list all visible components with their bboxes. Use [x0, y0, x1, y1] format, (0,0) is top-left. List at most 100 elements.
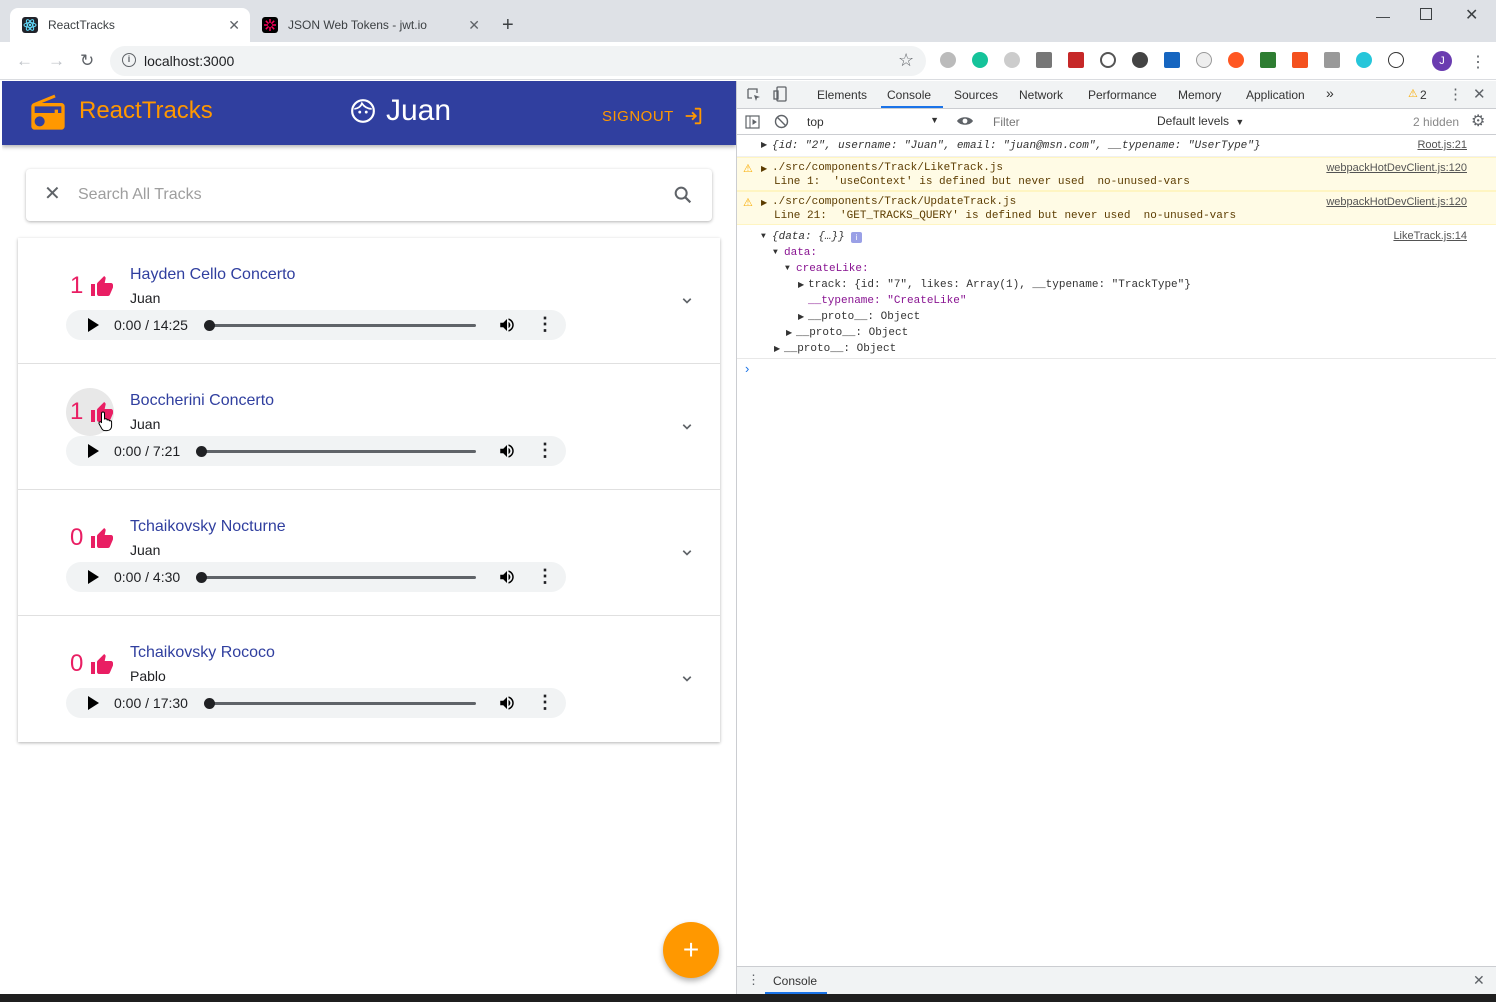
clear-console-icon[interactable] [774, 114, 789, 129]
reload-icon[interactable]: ↻ [80, 51, 94, 71]
console-source-link[interactable]: LikeTrack.js:14 [1393, 230, 1467, 242]
volume-icon[interactable] [498, 568, 516, 589]
devtools-menu-icon[interactable]: ⋮ [1448, 85, 1463, 103]
more-tabs-icon[interactable]: » [1326, 85, 1334, 101]
console-prompt-icon[interactable]: › [745, 361, 749, 376]
expand-arrow-icon[interactable]: ▶ [798, 312, 804, 322]
collapse-arrow-icon[interactable]: ▼ [761, 232, 766, 241]
devtools-tab-elements[interactable]: Elements [817, 88, 867, 102]
new-tab-icon[interactable]: + [502, 14, 514, 37]
console-source-link[interactable]: webpackHotDevClient.js:120 [1326, 162, 1467, 174]
like-thumb-icon[interactable] [90, 653, 114, 677]
audio-player[interactable]: 0:00 / 4:30 ⋮ [66, 562, 566, 592]
context-select[interactable]: top ▼ [803, 112, 943, 132]
seek-bar[interactable] [208, 702, 476, 705]
inspect-element-icon[interactable] [746, 87, 762, 103]
seek-handle[interactable] [196, 572, 207, 583]
seek-bar[interactable] [208, 324, 476, 327]
console-input[interactable] [761, 361, 1481, 379]
forward-icon[interactable]: → [48, 51, 65, 71]
tree-key-proto[interactable]: __proto__: Object [796, 327, 908, 339]
devtools-tab-memory[interactable]: Memory [1178, 88, 1221, 102]
add-track-button[interactable]: + [663, 922, 719, 978]
expand-icon[interactable] [678, 292, 696, 310]
back-icon[interactable]: ← [16, 51, 33, 71]
volume-icon[interactable] [498, 442, 516, 463]
drawer-tab-console[interactable]: Console [773, 974, 817, 988]
track-title[interactable]: Tchaikovsky Nocturne [130, 518, 286, 536]
track-title[interactable]: Tchaikovsky Rococo [130, 644, 275, 662]
clear-search-icon[interactable]: ✕ [44, 181, 61, 206]
expand-arrow-icon[interactable]: ▶ [761, 140, 767, 150]
expand-arrow-icon[interactable]: ▶ [786, 328, 792, 338]
expand-icon[interactable] [678, 544, 696, 562]
console-source-link[interactable]: webpackHotDevClient.js:120 [1326, 196, 1467, 208]
extension-icon[interactable] [1228, 52, 1244, 68]
address-bar[interactable]: i localhost:3000 [110, 46, 926, 76]
track-title[interactable]: Hayden Cello Concerto [130, 266, 295, 284]
profile-avatar[interactable]: J [1432, 51, 1452, 71]
audio-player[interactable]: 0:00 / 7:21 ⋮ [66, 436, 566, 466]
extension-icon[interactable] [1324, 52, 1340, 68]
extension-icon[interactable] [1196, 52, 1212, 68]
seek-handle[interactable] [204, 698, 215, 709]
play-icon[interactable] [86, 695, 100, 714]
warning-count[interactable]: 2 [1420, 88, 1427, 102]
console-settings-gear-icon[interactable]: ⚙ [1471, 111, 1485, 131]
audio-player[interactable]: 0:00 / 14:25 ⋮ [66, 310, 566, 340]
drawer-close-icon[interactable]: ✕ [1473, 972, 1485, 989]
browser-tab-jwt[interactable]: JSON Web Tokens - jwt.io ✕ [250, 8, 490, 42]
track-title[interactable]: Boccherini Concerto [130, 392, 274, 410]
extension-icon[interactable] [1260, 52, 1276, 68]
audio-player[interactable]: 0:00 / 17:30 ⋮ [66, 688, 566, 718]
close-tab-icon[interactable]: ✕ [228, 17, 240, 34]
browser-tab-reacttracks[interactable]: ReactTracks ✕ [10, 8, 250, 42]
device-toolbar-icon[interactable] [773, 86, 789, 102]
like-thumb-icon[interactable] [90, 527, 114, 551]
window-close-icon[interactable]: ✕ [1465, 5, 1478, 25]
warning-path[interactable]: ./src/components/Track/LikeTrack.js [772, 162, 1003, 174]
extension-icon[interactable] [1292, 52, 1308, 68]
collapse-arrow-icon[interactable]: ▼ [785, 264, 790, 273]
expand-arrow-icon[interactable]: ▶ [798, 280, 804, 290]
browser-menu-icon[interactable]: ⋮ [1470, 52, 1486, 72]
more-options-icon[interactable]: ⋮ [536, 314, 554, 335]
more-options-icon[interactable]: ⋮ [536, 692, 554, 713]
extension-icon[interactable] [1132, 52, 1148, 68]
more-options-icon[interactable]: ⋮ [536, 440, 554, 461]
devtools-close-icon[interactable]: ✕ [1473, 85, 1486, 103]
seek-handle[interactable] [204, 320, 215, 331]
volume-icon[interactable] [498, 316, 516, 337]
warning-path[interactable]: ./src/components/Track/UpdateTrack.js [772, 196, 1016, 208]
search-icon[interactable] [672, 184, 694, 206]
devtools-tab-console[interactable]: Console [887, 88, 931, 102]
tree-key-proto[interactable]: __proto__: Object [808, 311, 920, 323]
console-source-link[interactable]: Root.js:21 [1417, 139, 1467, 151]
drawer-menu-icon[interactable]: ⋮ [747, 972, 760, 988]
warning-icon[interactable]: ⚠ [1408, 87, 1418, 100]
expand-arrow-icon[interactable]: ▶ [761, 164, 767, 174]
play-icon[interactable] [86, 443, 100, 462]
bookmark-star-icon[interactable]: ☆ [898, 50, 914, 71]
brand-title[interactable]: ReactTracks [79, 97, 213, 125]
search-input[interactable] [78, 183, 638, 207]
signout-button[interactable]: SIGNOUT [602, 105, 704, 127]
devtools-tab-sources[interactable]: Sources [954, 88, 998, 102]
maximize-icon[interactable] [1420, 8, 1432, 20]
tree-key-data[interactable]: data: [784, 247, 817, 259]
expand-icon[interactable] [678, 418, 696, 436]
devtools-tab-application[interactable]: Application [1246, 88, 1305, 102]
extension-icon[interactable] [1068, 52, 1084, 68]
user-display[interactable]: Juan [350, 94, 451, 128]
like-thumb-icon[interactable] [90, 275, 114, 299]
extension-icon[interactable] [1356, 52, 1372, 68]
seek-bar[interactable] [200, 450, 476, 453]
tree-key-createlike[interactable]: createLike: [796, 263, 869, 275]
more-options-icon[interactable]: ⋮ [536, 566, 554, 587]
log-levels-select[interactable]: Default levels ▼ [1157, 114, 1244, 128]
expand-icon[interactable] [678, 670, 696, 688]
close-tab-icon[interactable]: ✕ [468, 17, 480, 34]
collapse-arrow-icon[interactable]: ▼ [773, 248, 778, 257]
console-filter-input[interactable] [987, 112, 1147, 132]
extension-icon[interactable] [1100, 52, 1116, 68]
